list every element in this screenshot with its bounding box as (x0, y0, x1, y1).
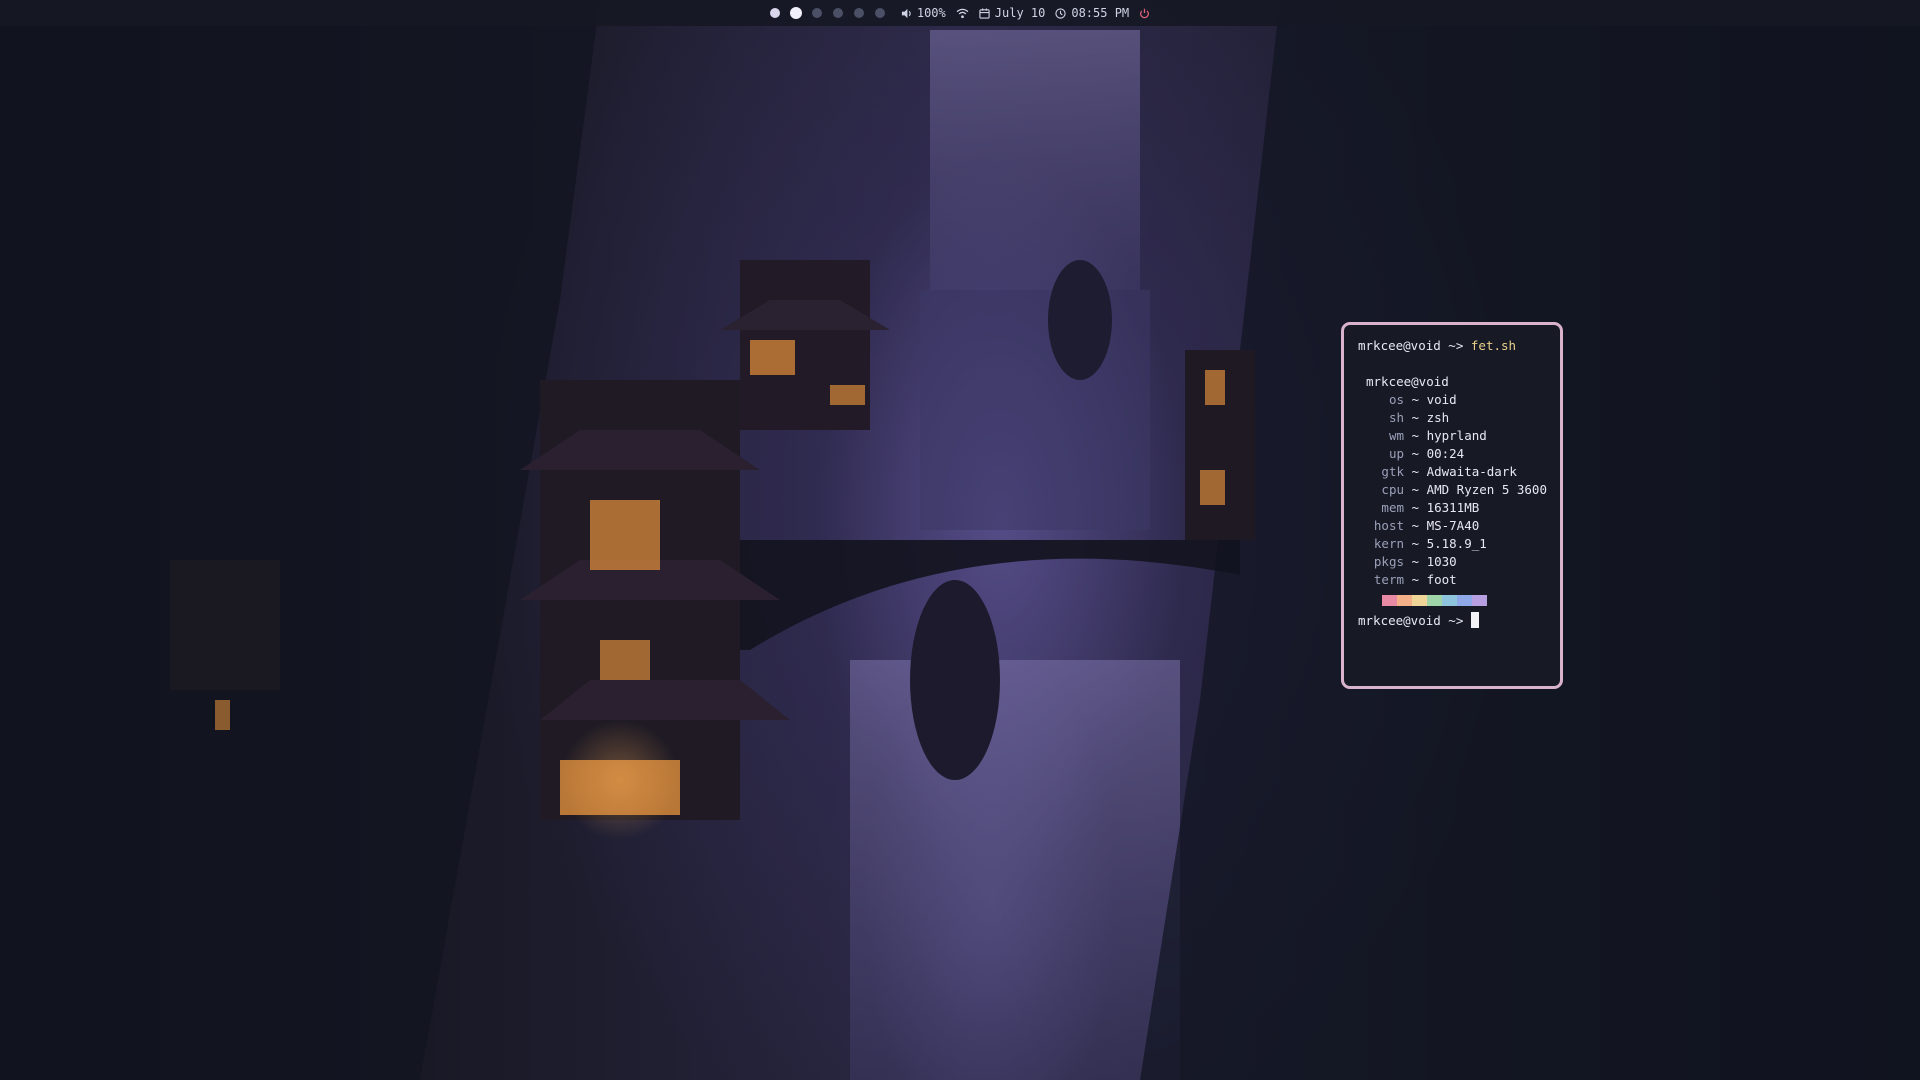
date-value: July 10 (994, 6, 1046, 20)
speaker-icon (901, 8, 911, 18)
palette-swatch (1412, 595, 1427, 606)
info-value: 5.18.9_1 (1426, 536, 1487, 551)
fetch-info-row: wm ~ hyprland (1366, 427, 1550, 445)
fetch-info-row: kern ~ 5.18.9_1 (1366, 535, 1550, 553)
rock-spire (1048, 260, 1112, 380)
workspace-6[interactable] (874, 8, 885, 18)
info-separator: ~ (1404, 392, 1427, 407)
info-separator: ~ (1404, 554, 1427, 569)
info-value: MS-7A40 (1426, 518, 1480, 533)
fetch-info-row: pkgs ~ 1030 (1366, 553, 1550, 571)
fetch-info-row: term ~ foot (1366, 571, 1550, 589)
power-icon (1140, 8, 1150, 18)
info-separator: ~ (1404, 464, 1427, 479)
info-separator: ~ (1404, 572, 1427, 587)
palette-swatch (1472, 595, 1487, 606)
prompt: mrkcee@void ~> (1358, 613, 1464, 628)
active-prompt-line[interactable]: mrkcee@void ~> (1358, 612, 1550, 630)
volume-indicator[interactable]: 100% (901, 6, 946, 20)
workspace-2[interactable] (790, 8, 801, 18)
info-value: hyprland (1426, 428, 1487, 443)
info-key: os (1388, 392, 1404, 407)
info-key: mem (1381, 500, 1404, 515)
info-value: 16311MB (1426, 500, 1480, 515)
terminal-window[interactable]: mrkcee@void ~> fet.sh mrkcee@void os ~ v… (1341, 322, 1563, 689)
workspace-5[interactable] (853, 8, 864, 18)
wifi-icon (956, 8, 969, 18)
fetch-info-list: os ~ void sh ~ zsh wm ~ hyprland up ~ 00:24… (1366, 391, 1550, 589)
info-separator: ~ (1404, 536, 1427, 551)
fetch-info-row: mem ~ 16311MB (1366, 499, 1550, 517)
info-key: pkgs (1373, 554, 1404, 569)
desktop-wallpaper: 100% July 10 08:55 PM mrkcee@void ~> fet… (0, 0, 1920, 1080)
network-indicator[interactable] (956, 8, 969, 19)
status-bar: 100% July 10 08:55 PM (0, 0, 1920, 26)
info-value: void (1426, 392, 1457, 407)
fetch-info-row: sh ~ zsh (1366, 409, 1550, 427)
wallpaper-illustration (0, 0, 1920, 1080)
workspace-4[interactable] (832, 8, 843, 18)
info-separator: ~ (1404, 518, 1427, 533)
rock-spire-lower (910, 580, 1000, 780)
palette-swatch (1382, 595, 1397, 606)
info-value: Adwaita-dark (1426, 464, 1517, 479)
info-value: zsh (1426, 410, 1450, 425)
info-key: sh (1388, 410, 1404, 425)
workspace-1[interactable] (769, 8, 780, 18)
info-separator: ~ (1404, 446, 1427, 461)
info-key: gtk (1381, 464, 1404, 479)
volume-value: 100% (916, 6, 946, 20)
middle-waterfall (920, 290, 1150, 530)
fetch-output: mrkcee@void os ~ void sh ~ zsh wm ~ hyprla… (1366, 373, 1550, 606)
info-value: foot (1426, 572, 1457, 587)
clock-icon (1055, 7, 1066, 19)
left-forest (0, 0, 600, 1080)
info-key: cpu (1381, 482, 1404, 497)
pagoda-upper (720, 260, 890, 430)
fetch-header: mrkcee@void (1366, 374, 1449, 389)
info-key: host (1373, 518, 1404, 533)
fetch-info-row: gtk ~ Adwaita-dark (1366, 463, 1550, 481)
lower-waterfall (850, 660, 1180, 1080)
date-indicator[interactable]: July 10 (979, 6, 1046, 20)
fetch-info-row: up ~ 00:24 (1366, 445, 1550, 463)
info-key: kern (1373, 536, 1404, 551)
palette-swatch (1397, 595, 1412, 606)
info-separator: ~ (1404, 500, 1427, 515)
info-value: 1030 (1426, 554, 1457, 569)
info-key: wm (1388, 428, 1404, 443)
text-cursor (1471, 612, 1480, 628)
fetch-info-row: host ~ MS-7A40 (1366, 517, 1550, 535)
color-palette (1382, 595, 1550, 606)
calendar-icon (979, 7, 990, 19)
prompt: mrkcee@void ~> (1358, 338, 1464, 353)
power-button[interactable] (1139, 8, 1150, 19)
info-separator: ~ (1404, 482, 1427, 497)
clock-indicator[interactable]: 08:55 PM (1055, 6, 1129, 20)
info-key: up (1388, 446, 1404, 461)
fetch-info-row: cpu ~ AMD Ryzen 5 3600 (1366, 481, 1550, 499)
info-key: term (1373, 572, 1404, 587)
time-value: 08:55 PM (1071, 6, 1130, 20)
fetch-info-row: os ~ void (1366, 391, 1550, 409)
info-value: AMD Ryzen 5 3600 (1426, 482, 1547, 497)
upper-waterfall (930, 30, 1140, 290)
workspace-3[interactable] (811, 8, 822, 18)
info-value: 00:24 (1426, 446, 1465, 461)
palette-swatch (1442, 595, 1457, 606)
command-line: mrkcee@void ~> fet.sh (1358, 337, 1550, 355)
palette-swatch (1457, 595, 1472, 606)
command-text: fet.sh (1470, 338, 1517, 353)
info-separator: ~ (1404, 428, 1427, 443)
palette-swatch (1427, 595, 1442, 606)
workspace-indicators (769, 8, 885, 18)
info-separator: ~ (1404, 410, 1427, 425)
pagoda-right (1185, 350, 1255, 540)
